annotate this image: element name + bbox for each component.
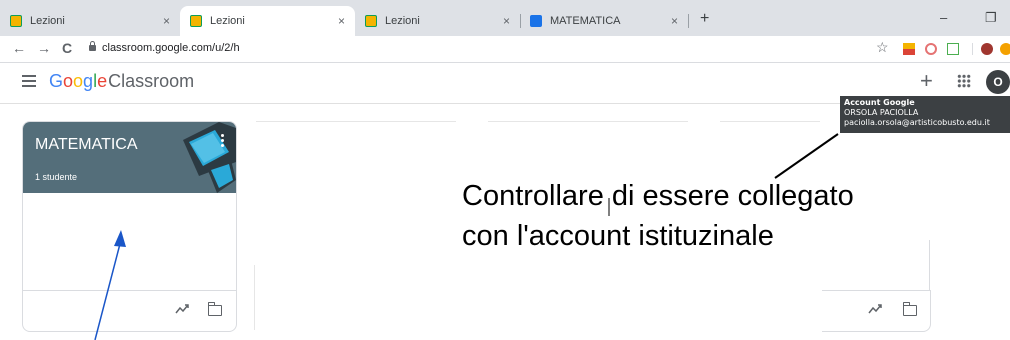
annotation-overlay — [94, 133, 839, 340]
pointer-line — [774, 133, 839, 179]
arrow-head — [114, 230, 126, 247]
arrow-shaft — [94, 239, 122, 340]
